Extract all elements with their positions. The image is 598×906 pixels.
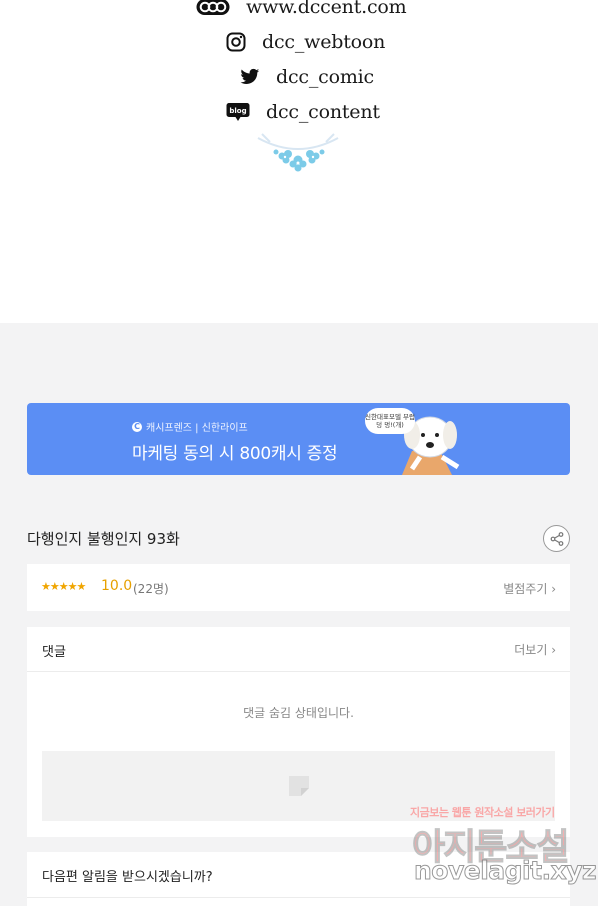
credit-blog[interactable]: blog dcc_content [226,101,380,123]
comments-more-link[interactable]: 더보기 › [514,641,556,658]
instagram-icon [226,32,246,52]
watermark: 지금보는 웹툰 원작소설 보러가기 아지툰소설 novelagit.xyz [410,804,598,906]
credit-instagram[interactable]: dcc_webtoon [226,31,385,53]
banner-promo-text: 마케팅 동의 시 800캐시 증정 [132,444,338,464]
credit-twitter-text: dcc_comic [276,66,374,88]
svg-text:blog: blog [229,107,246,115]
next-alert-label: 다음편 알림을 받으시겠습니까? [42,870,213,885]
watermark-url-text: novelagit.xyz [413,856,597,886]
blog-icon: blog [226,102,250,122]
credit-instagram-text: dcc_webtoon [262,31,386,53]
promo-banner[interactable]: C 캐시프렌즈 | 신한라이프 마케팅 동의 시 800캐시 증정 신한대표모델… [27,403,570,475]
banner-brand: C 캐시프렌즈 | 신한라이프 [132,419,248,434]
credit-website-text: www.dccent.com [246,0,407,18]
rate-button[interactable]: 별점주기 › [503,580,556,597]
banner-brand-text: 캐시프렌즈 | 신한라이프 [146,423,248,434]
share-button[interactable] [543,525,570,552]
flower-ornament-icon [257,133,339,172]
comment-placeholder-icon [288,776,309,796]
comments-hidden-message: 댓글 숨김 상태입니다. [243,706,354,720]
twitter-icon [240,68,260,86]
credit-blog-text: dcc_content [266,101,380,123]
comments-header: 댓글 더보기 › [27,627,570,672]
episode-title: 다행인지 불행인지 93화 [27,530,180,548]
credit-website[interactable]: www.dccent.com [196,0,407,18]
rating-count: (22명) [133,582,169,596]
dcc-logo-icon [196,0,230,16]
comments-label: 댓글 [42,645,66,660]
rating-score: 10.0 [101,578,133,594]
rating-box: ★★★★★ 10.0 (22명) 별점주기 › [27,564,570,611]
share-icon [550,531,563,546]
credits-section: www.dccent.com dcc_webtoon dcc_comic blo… [0,0,598,323]
credit-twitter[interactable]: dcc_comic [240,66,374,88]
cashfriends-logo-icon: C [132,421,142,432]
banner-speech-bubble: 신한대표모델 부럽덩 멍!(개) [365,408,415,434]
rating-stars: ★★★★★ [41,580,86,593]
